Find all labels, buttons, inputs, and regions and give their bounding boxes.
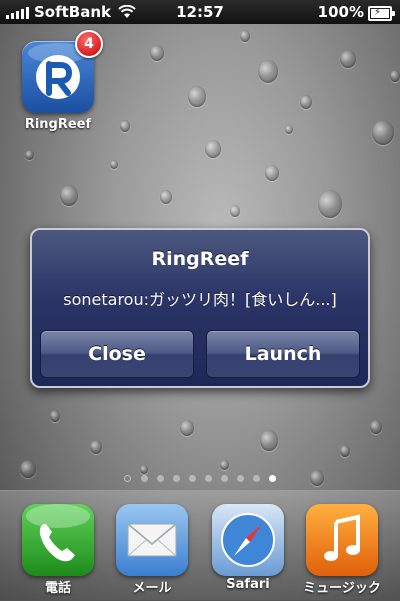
launch-button[interactable]: Launch — [206, 330, 360, 378]
water-drop — [205, 140, 221, 159]
page-dot — [269, 475, 276, 482]
dock-label-phone[interactable]: 電話 — [10, 577, 106, 596]
page-dot — [157, 475, 164, 482]
close-button[interactable]: Close — [40, 330, 194, 378]
page-dot — [237, 475, 244, 482]
status-bar: SoftBank 12:57 100% ⚡ — [0, 0, 400, 24]
notification-badge: 4 — [75, 30, 103, 58]
dock-label-safari[interactable]: Safari — [200, 577, 296, 592]
water-drop — [258, 60, 278, 83]
water-drop — [340, 50, 356, 69]
water-drop — [285, 125, 293, 135]
water-drop — [140, 465, 148, 475]
water-drop — [220, 460, 229, 471]
page-dot — [221, 475, 228, 482]
safari-compass-icon — [221, 513, 275, 567]
water-drop — [230, 205, 240, 217]
water-drop — [60, 185, 78, 206]
water-drop — [110, 160, 118, 170]
water-drop — [318, 190, 342, 218]
battery-percentage: 100% — [317, 3, 364, 21]
page-dot — [253, 475, 260, 482]
water-drop — [390, 70, 400, 82]
water-drop — [340, 445, 350, 457]
music-note-icon — [324, 514, 360, 561]
phone-app-icon[interactable] — [22, 504, 94, 576]
water-drop — [90, 440, 102, 454]
page-dot — [173, 475, 180, 482]
spotlight-search-dot-icon — [124, 475, 132, 483]
water-drop — [50, 410, 60, 422]
water-drop — [372, 120, 394, 146]
dock-label-music[interactable]: ミュージック — [294, 577, 390, 596]
water-drop — [120, 120, 130, 132]
water-drop — [260, 430, 278, 451]
water-drop — [25, 150, 34, 161]
music-app-icon[interactable] — [306, 504, 378, 576]
water-drop — [265, 165, 279, 182]
water-drop — [160, 190, 172, 204]
water-drop — [240, 30, 250, 42]
water-drop — [370, 420, 382, 434]
alert-message: sonetarou:ガッツリ肉！[食いしん...] — [63, 290, 337, 309]
battery-icon: ⚡ — [368, 6, 395, 21]
water-drop — [300, 95, 312, 109]
water-drop — [150, 45, 164, 62]
water-drop — [188, 86, 206, 107]
water-drop — [180, 420, 194, 437]
app-label[interactable]: RingReef — [10, 117, 106, 132]
dock-label-mail[interactable]: メール — [104, 577, 200, 596]
phone-icon — [26, 504, 90, 562]
alert-title: RingReef — [151, 248, 249, 270]
mail-icon — [127, 523, 177, 557]
safari-app-icon[interactable] — [212, 504, 284, 576]
mail-app-icon[interactable] — [116, 504, 188, 576]
page-dot — [141, 475, 148, 482]
notification-alert: RingReef sonetarou:ガッツリ肉！[食いしん...] Close… — [30, 228, 370, 388]
page-dot — [189, 475, 196, 482]
page-dot — [205, 475, 212, 482]
page-indicator[interactable] — [0, 475, 400, 483]
